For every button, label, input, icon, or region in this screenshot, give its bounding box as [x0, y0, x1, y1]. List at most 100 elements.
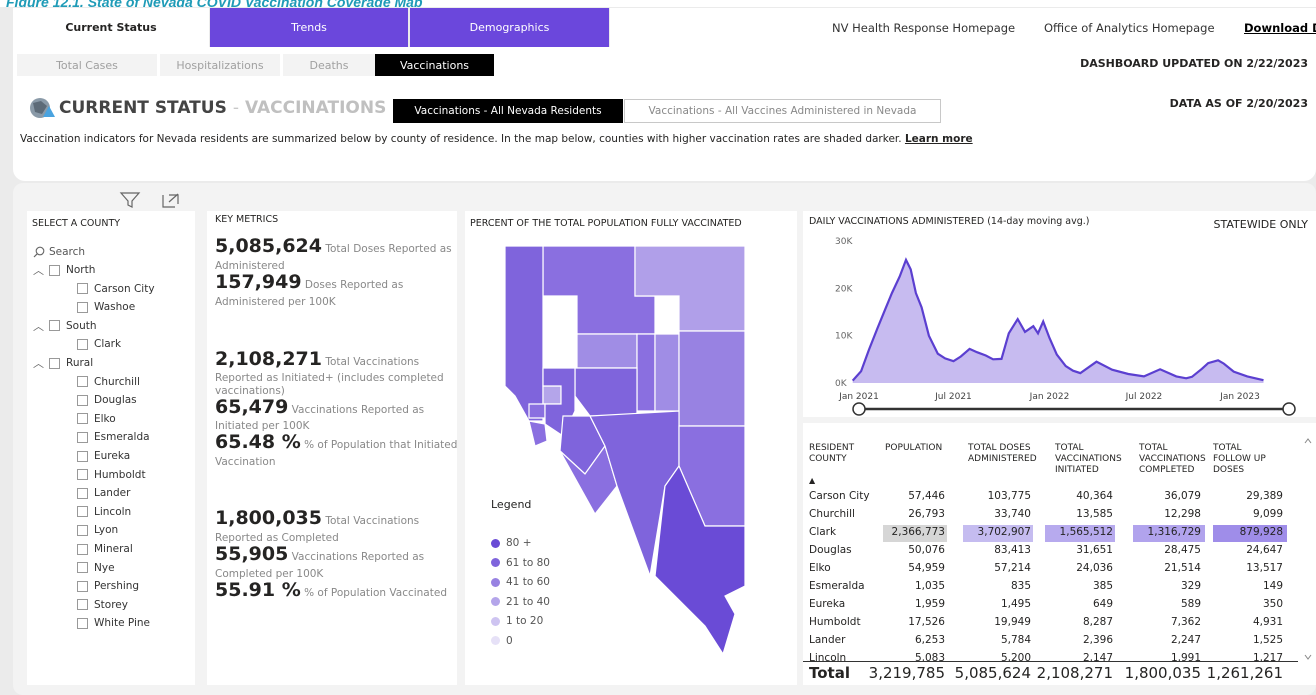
tab-demographics[interactable]: Demographics: [410, 8, 609, 47]
slicer-group-south[interactable]: ︿ South: [33, 318, 97, 334]
table-cell: 879,928: [1239, 526, 1283, 538]
slicer-search[interactable]: Search: [33, 244, 85, 260]
slicer-item-nye[interactable]: Nye: [77, 560, 115, 576]
slicer-item-mineral[interactable]: Mineral: [77, 541, 133, 557]
legend-label: 41 to 60: [506, 576, 550, 588]
county-slicer: SELECT A COUNTY Search ︿ North Carson City…: [27, 211, 195, 685]
slicer-item-douglas[interactable]: Douglas: [77, 392, 137, 408]
checkbox[interactable]: [77, 469, 88, 481]
column-header[interactable]: POPULATION: [885, 443, 942, 454]
slicer-group-rural[interactable]: ︿ Rural: [33, 355, 93, 371]
county-churchill: [574, 367, 638, 417]
slicer-group-label: North: [66, 264, 96, 276]
slicer-group-label: Rural: [66, 357, 94, 369]
table-row[interactable]: Clark 2,366,773 3,702,907 1,565,512 1,316,72…: [803, 525, 1298, 542]
checkbox[interactable]: [77, 301, 88, 313]
link-nv-health[interactable]: NV Health Response Homepage: [832, 21, 1015, 35]
checkbox[interactable]: [49, 264, 60, 276]
checkbox[interactable]: [49, 320, 60, 332]
daily-vaccinations-chart[interactable]: 30K 20K 10K 0K Jan 2021 Jul 2021 Jan 2022 Jul 2…: [803, 229, 1316, 417]
tab-current-status[interactable]: Current Status: [13, 8, 209, 47]
slicer-item-carson-city[interactable]: Carson City: [77, 281, 155, 297]
slicer-item-lyon[interactable]: Lyon: [77, 522, 118, 538]
table-row[interactable]: Esmeralda 1,035 835 385 329 149: [803, 579, 1298, 596]
slicer-item-clark[interactable]: Clark: [77, 336, 121, 352]
sort-ascending-icon[interactable]: ▲: [809, 475, 815, 486]
slicer-item-lander[interactable]: Lander: [77, 485, 130, 501]
slider-end-handle[interactable]: [1282, 402, 1296, 416]
total-doses-label: Total Doses Reported as: [325, 243, 452, 255]
slicer-item-esmeralda[interactable]: Esmeralda: [77, 429, 150, 445]
table-row[interactable]: Humboldt 17,526 19,949 8,287 7,362 4,931: [803, 615, 1298, 632]
all-administered-button[interactable]: Vaccinations - All Vaccines Administered…: [624, 99, 941, 123]
column-header[interactable]: TOTAL DOSES ADMINISTERED: [968, 443, 1037, 465]
scroll-down-icon[interactable]: [1304, 653, 1312, 661]
slicer-item-elko[interactable]: Elko: [77, 411, 116, 427]
subtab-total-cases[interactable]: Total Cases: [17, 54, 157, 76]
table-row[interactable]: Douglas 50,076 83,413 31,651 28,475 24,647: [803, 543, 1298, 560]
top-links-bar: NV Health Response Homepage Office of An…: [610, 8, 1316, 47]
checkbox[interactable]: [77, 506, 88, 518]
learn-more-link[interactable]: Learn more: [905, 133, 973, 145]
checkbox[interactable]: [49, 357, 60, 369]
slicer-group-north[interactable]: ︿ North: [33, 262, 95, 278]
link-analytics[interactable]: Office of Analytics Homepage: [1044, 21, 1215, 35]
table-row[interactable]: Carson City 57,446 103,775 40,364 36,079 29,3…: [803, 489, 1298, 506]
slicer-item-pershing[interactable]: Pershing: [77, 578, 139, 594]
filter-icon[interactable]: [119, 191, 141, 209]
table-cell: 7,362: [1170, 616, 1201, 628]
residents-button[interactable]: Vaccinations - All Nevada Residents: [393, 99, 623, 123]
slicer-item-storey[interactable]: Storey: [77, 597, 128, 613]
slicer-item-lincoln[interactable]: Lincoln: [77, 504, 131, 520]
checkbox[interactable]: [77, 524, 88, 536]
slicer-item-white-pine[interactable]: White Pine: [77, 615, 150, 631]
nevada-county-map[interactable]: [505, 246, 765, 656]
subtab-vaccinations[interactable]: Vaccinations: [375, 54, 494, 76]
y-tick-label: 0K: [835, 379, 848, 389]
chevron-up-icon[interactable]: ︿: [33, 318, 47, 334]
slicer-item-eureka[interactable]: Eureka: [77, 448, 130, 464]
county-name: Lander: [809, 634, 846, 646]
checkbox[interactable]: [77, 543, 88, 555]
main-panel: SELECT A COUNTY Search ︿ North Carson City…: [13, 183, 1316, 695]
checkbox[interactable]: [77, 599, 88, 611]
column-header-line: RESIDENT: [809, 443, 855, 453]
checkbox[interactable]: [77, 431, 88, 443]
focus-mode-icon[interactable]: [161, 191, 181, 209]
slicer-item-washoe[interactable]: Washoe: [77, 299, 135, 315]
county-table: RESIDENT COUNTY POPULATION TOTAL DOSES ADMIN…: [803, 423, 1316, 685]
table-row[interactable]: Eureka 1,959 1,495 649 589 350: [803, 597, 1298, 614]
link-download-data[interactable]: Download Dat: [1244, 21, 1316, 35]
checkbox[interactable]: [77, 338, 88, 350]
tab-trends[interactable]: Trends: [210, 8, 408, 47]
table-row[interactable]: Churchill 26,793 33,740 13,585 12,298 9,099: [803, 507, 1298, 524]
scroll-up-icon[interactable]: [1304, 437, 1312, 445]
column-header[interactable]: TOTAL VACCINATIONS INITIATED: [1055, 443, 1122, 476]
column-header[interactable]: TOTAL FOLLOW UP DOSES: [1213, 443, 1266, 476]
chevron-up-icon[interactable]: ︿: [33, 355, 47, 371]
slicer-item-label: Elko: [94, 412, 116, 425]
subtab-hospitalizations[interactable]: Hospitalizations: [160, 54, 280, 76]
checkbox[interactable]: [77, 450, 88, 462]
checkbox[interactable]: [77, 283, 88, 295]
legend-label: 80 +: [506, 537, 532, 549]
checkbox[interactable]: [77, 580, 88, 592]
table-row[interactable]: Elko 54,959 57,214 24,036 21,514 13,517: [803, 561, 1298, 578]
column-header[interactable]: RESIDENT COUNTY: [809, 443, 854, 465]
checkbox[interactable]: [77, 562, 88, 574]
chevron-up-icon[interactable]: ︿: [33, 262, 47, 278]
checkbox[interactable]: [77, 413, 88, 425]
subtab-deaths[interactable]: Deaths: [283, 54, 375, 76]
checkbox[interactable]: [77, 617, 88, 629]
county-pershing: [576, 333, 638, 369]
slicer-item-churchill[interactable]: Churchill: [77, 374, 140, 390]
column-header[interactable]: TOTAL VACCINATIONS COMPLETED: [1139, 443, 1206, 476]
checkbox[interactable]: [77, 487, 88, 499]
slicer-item-humboldt[interactable]: Humboldt: [77, 467, 146, 483]
slicer-item-label: Carson City: [94, 282, 155, 295]
checkbox[interactable]: [77, 394, 88, 406]
checkbox[interactable]: [77, 376, 88, 388]
legend-swatch: [491, 616, 500, 626]
table-row[interactable]: Lander 6,253 5,784 2,396 2,247 1,525: [803, 633, 1298, 650]
slider-start-handle[interactable]: [852, 402, 866, 416]
